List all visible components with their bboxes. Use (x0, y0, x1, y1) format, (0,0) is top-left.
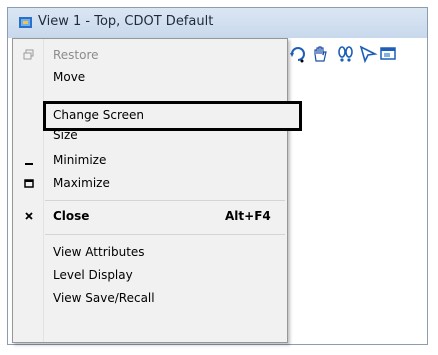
view-window-icon[interactable] (19, 17, 32, 28)
maximize-icon (24, 179, 34, 188)
view-window-icon[interactable] (380, 44, 396, 64)
window-context-menu: Restore Move Change Screen Size Minimize… (12, 38, 302, 343)
close-icon (25, 212, 33, 220)
window-title: View 1 - Top, CDOT Default (38, 14, 214, 29)
menu-item-size[interactable]: Size (13, 131, 287, 147)
menu-item-label: Move (53, 70, 86, 84)
pan-hand-icon[interactable] (310, 44, 330, 64)
menu-item-label: Maximize (53, 176, 110, 190)
menu-item-view-save-recall[interactable]: View Save/Recall (13, 288, 287, 310)
menu-item-move[interactable]: Move (13, 67, 287, 89)
menu-item-view-attributes[interactable]: View Attributes (13, 242, 287, 264)
rotate-view-icon[interactable] (288, 44, 308, 64)
menu-item-shortcut: Alt+F4 (225, 209, 271, 223)
menu-item-label: View Attributes (53, 245, 145, 259)
menu-item-label: Size (53, 131, 78, 142)
menu-item-label: Minimize (53, 153, 107, 167)
menu-separator (45, 234, 285, 235)
title-bar[interactable]: View 1 - Top, CDOT Default (8, 8, 427, 39)
menu-item-label: Change Screen (53, 108, 145, 122)
minimize-icon (25, 163, 33, 165)
menu-item-maximize[interactable]: Maximize (13, 173, 287, 195)
menu-item-level-display[interactable]: Level Display (13, 265, 287, 287)
select-arrow-icon[interactable] (358, 44, 378, 64)
menu-item-label: Restore (53, 48, 99, 62)
footsteps-icon[interactable] (336, 44, 356, 64)
menu-separator (45, 200, 285, 201)
menu-item-label: Close (53, 209, 90, 223)
restore-icon (23, 49, 34, 60)
menu-item-restore[interactable]: Restore (13, 45, 287, 67)
menu-item-label: Level Display (53, 268, 133, 282)
menu-item-label: View Save/Recall (53, 291, 155, 305)
menu-item-close[interactable]: Close Alt+F4 (13, 206, 287, 228)
menu-item-minimize[interactable]: Minimize (13, 150, 287, 172)
menu-item-change-screen[interactable]: Change Screen (13, 105, 287, 127)
